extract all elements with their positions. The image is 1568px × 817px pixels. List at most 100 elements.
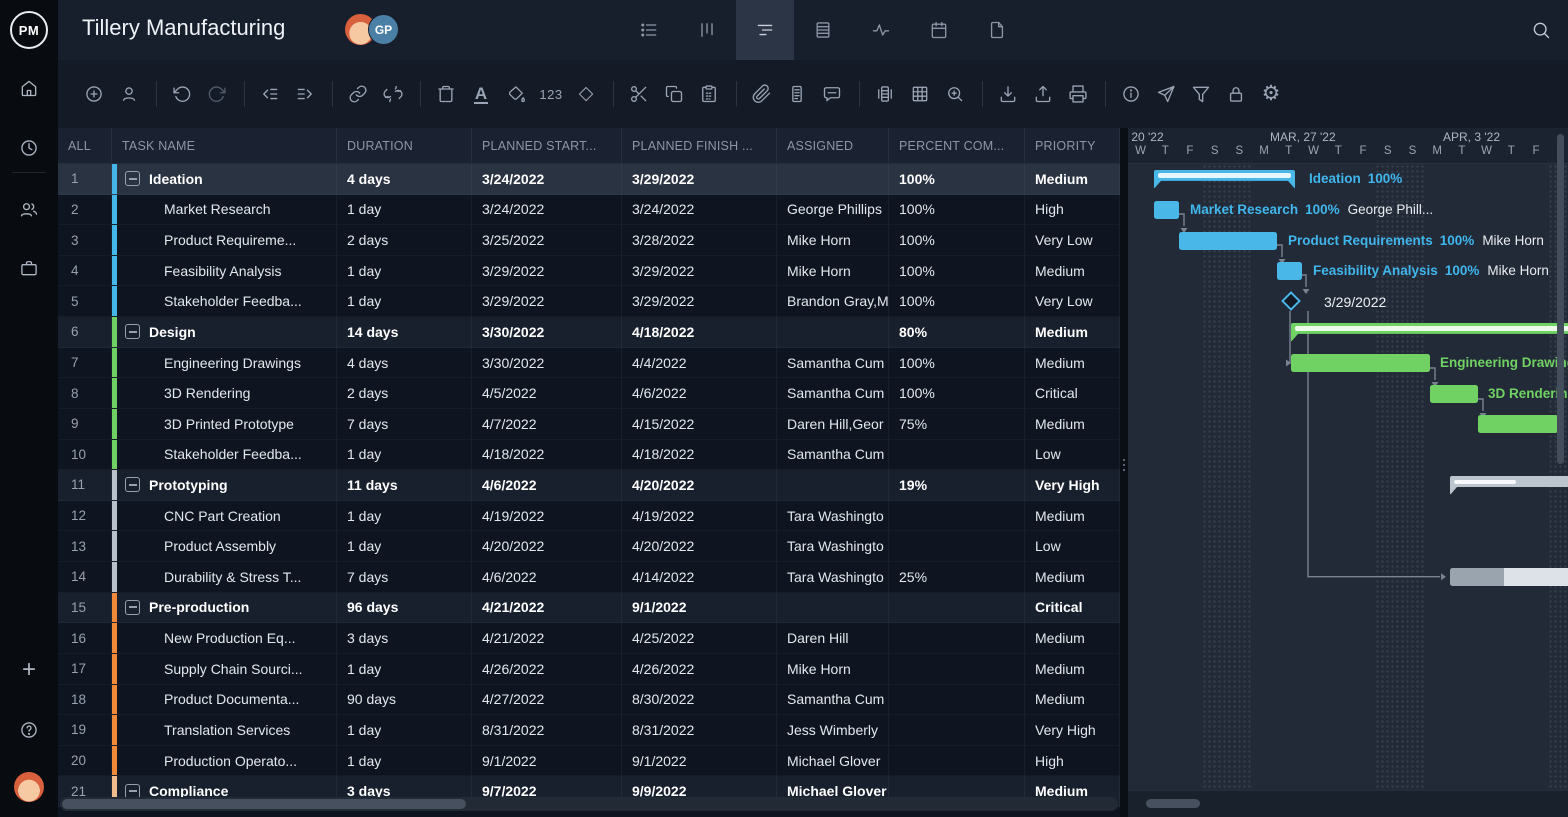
cell-assigned[interactable]: Brandon Gray,M bbox=[777, 286, 889, 316]
project-avatars[interactable]: GP bbox=[345, 14, 405, 46]
gantt-task-bar[interactable] bbox=[1277, 262, 1302, 280]
cell-duration[interactable]: 96 days bbox=[337, 593, 472, 623]
table-row[interactable]: 4Feasibility Analysis1 day3/29/20223/29/… bbox=[58, 256, 1120, 287]
cell-assigned[interactable]: Jess Wimberly bbox=[777, 715, 889, 745]
cell-duration[interactable]: 1 day bbox=[337, 715, 472, 745]
cell-task-name[interactable]: Ideation bbox=[112, 164, 337, 194]
cell-planned-finish[interactable]: 4/6/2022 bbox=[622, 378, 777, 408]
table-row[interactable]: 12CNC Part Creation1 day4/19/20224/19/20… bbox=[58, 501, 1120, 532]
cell-assigned[interactable]: Mike Horn bbox=[777, 256, 889, 286]
cell-planned-finish[interactable]: 4/26/2022 bbox=[622, 654, 777, 684]
cell-priority[interactable]: Medium bbox=[1025, 562, 1120, 592]
cell-planned-start[interactable]: 4/21/2022 bbox=[472, 623, 622, 653]
cell-percent-complete[interactable] bbox=[889, 593, 1025, 623]
tab-gantt-view[interactable] bbox=[736, 0, 794, 60]
cell-duration[interactable]: 1 day bbox=[337, 195, 472, 225]
cell-assigned[interactable]: Tara Washingto bbox=[777, 562, 889, 592]
column-header-percent-com[interactable]: PERCENT COM... bbox=[889, 128, 1025, 163]
cell-percent-complete[interactable]: 100% bbox=[889, 195, 1025, 225]
cell-percent-complete[interactable] bbox=[889, 531, 1025, 561]
column-header-planned-start[interactable]: PLANNED START... bbox=[472, 128, 622, 163]
column-header-planned-finish[interactable]: PLANNED FINISH ... bbox=[622, 128, 777, 163]
cut-button[interactable] bbox=[628, 82, 650, 106]
column-header-duration[interactable]: DURATION bbox=[337, 128, 472, 163]
home-icon[interactable] bbox=[0, 74, 58, 102]
indent-button[interactable] bbox=[294, 82, 316, 106]
cell-duration[interactable]: 1 day bbox=[337, 440, 472, 470]
row-number[interactable]: 5 bbox=[58, 286, 112, 316]
cell-percent-complete[interactable]: 100% bbox=[889, 164, 1025, 194]
cell-priority[interactable]: Very High bbox=[1025, 715, 1120, 745]
export-button[interactable] bbox=[1032, 82, 1054, 106]
cell-planned-finish[interactable]: 4/15/2022 bbox=[622, 409, 777, 439]
cell-planned-start[interactable]: 4/6/2022 bbox=[472, 470, 622, 500]
gantt-task-bar[interactable] bbox=[1450, 568, 1568, 586]
table-row[interactable]: 11Prototyping11 days4/6/20224/20/202219%… bbox=[58, 470, 1120, 501]
cell-planned-finish[interactable]: 9/1/2022 bbox=[622, 746, 777, 776]
add-icon[interactable]: + bbox=[0, 656, 58, 684]
gantt-task-bar[interactable] bbox=[1179, 232, 1277, 250]
grid-button[interactable] bbox=[909, 82, 931, 106]
cell-planned-finish[interactable]: 8/30/2022 bbox=[622, 685, 777, 715]
cell-planned-start[interactable]: 4/6/2022 bbox=[472, 562, 622, 592]
cell-assigned[interactable] bbox=[777, 164, 889, 194]
row-number[interactable]: 9 bbox=[58, 409, 112, 439]
cell-priority[interactable]: Medium bbox=[1025, 317, 1120, 347]
cell-priority[interactable]: Very Low bbox=[1025, 286, 1120, 316]
row-number[interactable]: 2 bbox=[58, 195, 112, 225]
row-number[interactable]: 3 bbox=[58, 225, 112, 255]
briefcase-icon[interactable] bbox=[0, 254, 58, 282]
cell-duration[interactable]: 7 days bbox=[337, 409, 472, 439]
add-task-button[interactable] bbox=[83, 82, 105, 106]
cell-planned-start[interactable]: 4/18/2022 bbox=[472, 440, 622, 470]
pane-resize-handle[interactable] bbox=[1120, 128, 1128, 817]
settings-button[interactable]: ⚙ bbox=[1260, 82, 1282, 106]
cell-priority[interactable]: High bbox=[1025, 746, 1120, 776]
column-header-assigned[interactable]: ASSIGNED bbox=[777, 128, 889, 163]
cell-task-name[interactable]: Supply Chain Sourci... bbox=[112, 654, 337, 684]
cell-planned-start[interactable]: 4/21/2022 bbox=[472, 593, 622, 623]
tab-activity-view[interactable] bbox=[852, 0, 910, 60]
row-number[interactable]: 14 bbox=[58, 562, 112, 592]
table-row[interactable]: 13Product Assembly1 day4/20/20224/20/202… bbox=[58, 531, 1120, 562]
cell-percent-complete[interactable]: 100% bbox=[889, 256, 1025, 286]
table-row[interactable]: 15Pre-production96 days4/21/20229/1/2022… bbox=[58, 593, 1120, 624]
cell-assigned[interactable]: Mike Horn bbox=[777, 654, 889, 684]
tab-sheet-view[interactable] bbox=[794, 0, 852, 60]
cell-priority[interactable]: Critical bbox=[1025, 378, 1120, 408]
column-header-all[interactable]: ALL bbox=[58, 128, 112, 163]
row-number[interactable]: 8 bbox=[58, 378, 112, 408]
table-row[interactable]: 6Design14 days3/30/20224/18/202280%Mediu… bbox=[58, 317, 1120, 348]
delete-button[interactable] bbox=[435, 82, 457, 106]
cell-task-name[interactable]: Product Assembly bbox=[112, 531, 337, 561]
cell-planned-finish[interactable]: 3/29/2022 bbox=[622, 164, 777, 194]
milestone-button[interactable]: ◇ bbox=[575, 82, 597, 106]
gantt-summary-bar[interactable] bbox=[1291, 323, 1568, 342]
row-number[interactable]: 17 bbox=[58, 654, 112, 684]
cell-planned-start[interactable]: 4/26/2022 bbox=[472, 654, 622, 684]
cell-percent-complete[interactable] bbox=[889, 685, 1025, 715]
cell-priority[interactable]: Medium bbox=[1025, 256, 1120, 286]
cell-planned-start[interactable]: 4/7/2022 bbox=[472, 409, 622, 439]
collapse-icon[interactable] bbox=[125, 477, 140, 492]
table-row[interactable]: 2Market Research1 day3/24/20223/24/2022G… bbox=[58, 195, 1120, 226]
gantt-task-bar[interactable] bbox=[1430, 385, 1478, 403]
cell-duration[interactable]: 2 days bbox=[337, 225, 472, 255]
cell-assigned[interactable] bbox=[777, 317, 889, 347]
row-number[interactable]: 20 bbox=[58, 746, 112, 776]
cell-priority[interactable]: Medium bbox=[1025, 623, 1120, 653]
info-button[interactable] bbox=[1120, 82, 1142, 106]
tab-doc-view[interactable] bbox=[968, 0, 1026, 60]
table-row[interactable]: 83D Rendering2 days4/5/20224/6/2022Saman… bbox=[58, 378, 1120, 409]
fill-color-button[interactable] bbox=[505, 82, 527, 106]
cell-percent-complete[interactable] bbox=[889, 440, 1025, 470]
collapse-icon[interactable] bbox=[125, 324, 140, 339]
table-row[interactable]: 5Stakeholder Feedba...1 day3/29/20223/29… bbox=[58, 286, 1120, 317]
cell-priority[interactable]: Medium bbox=[1025, 654, 1120, 684]
cell-planned-finish[interactable]: 4/18/2022 bbox=[622, 440, 777, 470]
cell-planned-start[interactable]: 3/30/2022 bbox=[472, 348, 622, 378]
cell-priority[interactable]: Critical bbox=[1025, 593, 1120, 623]
cell-priority[interactable]: High bbox=[1025, 195, 1120, 225]
tab-calendar-view[interactable] bbox=[910, 0, 968, 60]
milestone-diamond[interactable] bbox=[1281, 291, 1301, 311]
